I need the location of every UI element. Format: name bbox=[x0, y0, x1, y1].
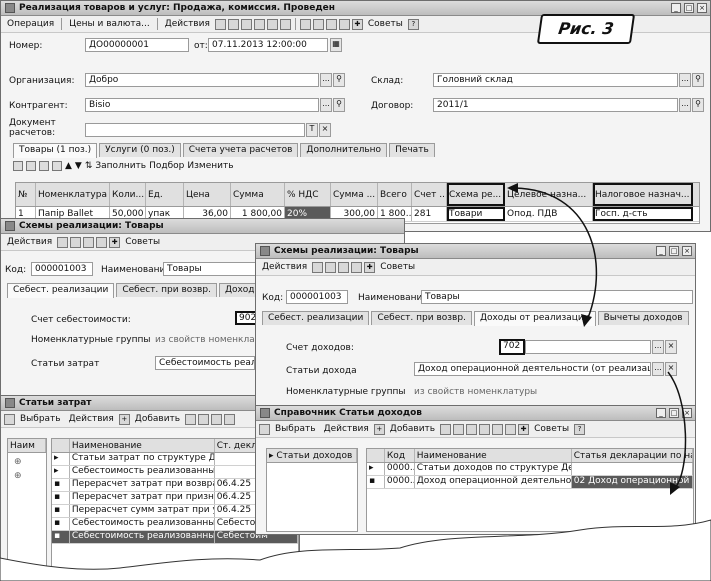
arrow-scheme-to-window bbox=[514, 187, 598, 319]
arrow-income-to-catalog bbox=[667, 371, 687, 489]
arrow-head-icon bbox=[507, 183, 518, 193]
annotation-overlay bbox=[0, 183, 711, 581]
torn-edge bbox=[0, 519, 711, 581]
arrow-head-icon bbox=[581, 314, 592, 327]
